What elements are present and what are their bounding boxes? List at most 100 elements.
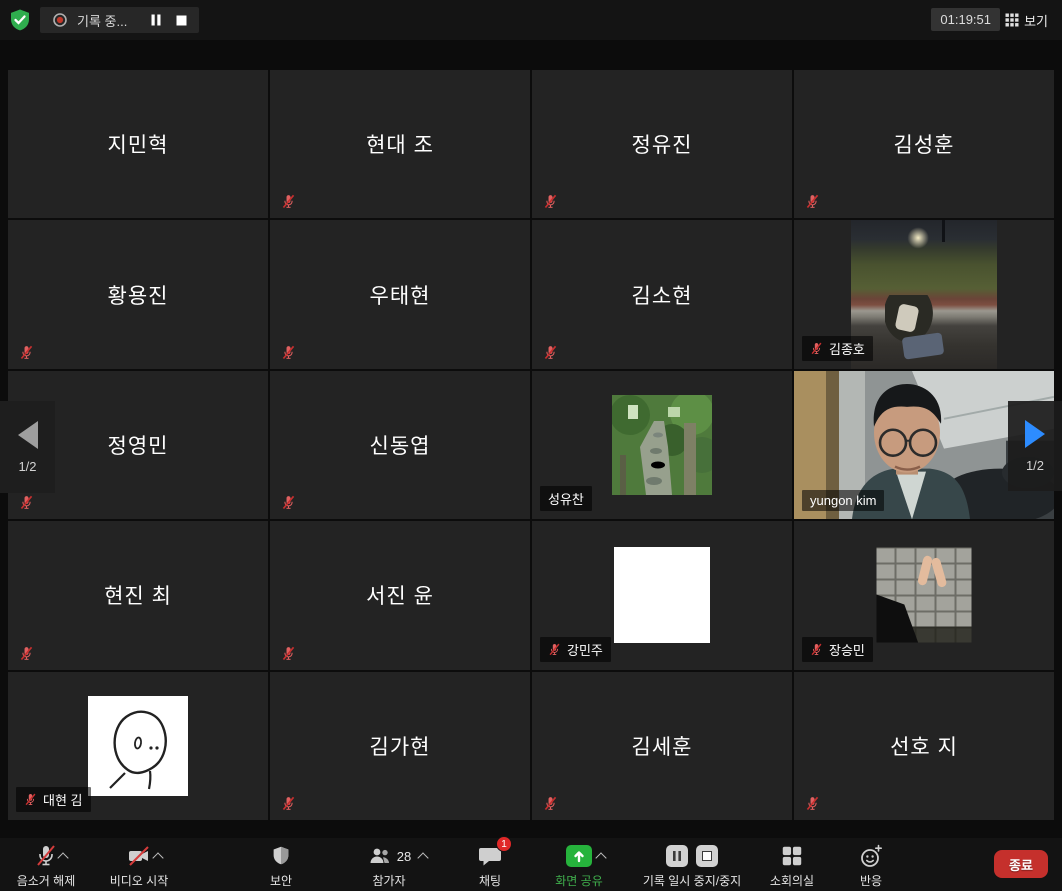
recording-label: 기록 중... [77,11,127,30]
participant-tile[interactable]: 황용진 [8,220,268,368]
participants-button[interactable]: 28 참가자 [348,841,430,889]
recording-controls[interactable]: 기록 일시 중지/중지 [628,841,756,889]
recording-indicator: 기록 중... [40,7,199,33]
mic-muted-icon [805,194,820,209]
participants-count: 28 [397,849,411,864]
chevron-right-icon [1025,420,1045,448]
participant-name: 황용진 [8,220,268,368]
security-label: 보안 [270,872,292,889]
participant-tile[interactable]: 김세훈 [532,672,792,820]
stop-recording-icon[interactable] [176,15,187,26]
participant-tile[interactable]: 현진 최 [8,521,268,669]
participant-name: 김세훈 [532,672,792,820]
chat-label: 채팅 [479,872,501,889]
breakout-rooms-label: 소회의실 [770,872,814,889]
participant-tile[interactable]: 선호 지 [794,672,1054,820]
share-screen-button[interactable]: 화면 공유 [538,841,620,889]
next-page-button[interactable]: 1/2 [1008,401,1062,491]
mic-muted-icon [19,495,34,510]
page-indicator: 1/2 [1026,458,1044,473]
participant-tile[interactable]: 김성훈 [794,70,1054,218]
participant-tile[interactable]: 신동엽 [270,371,530,519]
participants-label: 참가자 [372,872,405,889]
mic-muted-icon [543,345,558,360]
mic-muted-icon [548,643,561,656]
recording-controls-label: 기록 일시 중지/중지 [643,872,741,889]
share-options-chevron[interactable] [595,852,606,863]
participant-name: 신동엽 [270,371,530,519]
name-tag: 성유찬 [540,486,592,511]
participant-name: 선호 지 [794,672,1054,820]
participant-name: 김성훈 [794,70,1054,218]
hand-on-paving-avatar [877,548,972,643]
participant-name: 강민주 [567,640,603,659]
meeting-security-shield-icon[interactable] [8,8,32,32]
participant-tile[interactable]: 지민혁 [8,70,268,218]
name-tag: yungon kim [802,490,884,511]
mic-muted-icon [281,796,296,811]
name-tag: 강민주 [540,637,611,662]
view-label: 보기 [1024,11,1048,30]
participant-tile-avatar[interactable]: 대현 김 [8,672,268,820]
share-screen-label: 화면 공유 [555,872,603,889]
reactions-smiley-icon [858,843,884,869]
participant-tile-avatar[interactable]: 장승민 [794,521,1054,669]
mic-muted-icon [24,793,37,806]
chat-badge: 1 [496,836,512,852]
participant-name: 정유진 [532,70,792,218]
mic-muted-icon [543,194,558,209]
participant-tile[interactable]: 우태현 [270,220,530,368]
pause-recording-button-icon[interactable] [666,845,688,867]
mic-muted-icon [281,194,296,209]
participant-name: 장승민 [829,640,865,659]
participant-tile[interactable]: 정유진 [532,70,792,218]
audio-options-chevron[interactable] [57,852,68,863]
video-grid: 지민혁 현대 조 정유진 김성훈 황용진 우태현 김소현 김종호 정영민 [8,70,1054,820]
reactions-button[interactable]: 반응 [842,841,900,889]
name-tag: 김종호 [802,336,873,361]
participant-tile-video[interactable]: 김종호 [794,220,1054,368]
page-indicator: 1/2 [18,459,36,474]
participant-tile[interactable]: 김가현 [270,672,530,820]
share-screen-icon [565,844,593,868]
participant-tile-avatar[interactable]: 강민주 [532,521,792,669]
start-video-button[interactable]: 비디오 시작 [96,841,182,889]
top-bar: 기록 중... 01:19:51 보기 [0,0,1062,40]
gallery-grid-icon [1005,13,1019,27]
view-button[interactable]: 보기 [999,8,1054,32]
mic-muted-icon [810,342,823,355]
participant-tile-avatar[interactable]: 성유찬 [532,371,792,519]
security-button[interactable]: 보안 [252,841,310,889]
participant-name: 대현 김 [43,790,83,809]
participant-tile[interactable]: 김소현 [532,220,792,368]
mic-muted-icon [19,646,34,661]
participant-name: 현진 최 [8,521,268,669]
mic-muted-icon [810,643,823,656]
participant-name: 현대 조 [270,70,530,218]
end-meeting-button[interactable]: 종료 [994,850,1048,878]
unmute-label: 음소거 해제 [17,872,76,889]
start-video-label: 비디오 시작 [110,872,169,889]
mic-muted-icon [281,646,296,661]
chat-button[interactable]: 1 채팅 [462,841,518,889]
participant-video [851,220,997,368]
mic-muted-icon [19,345,34,360]
participant-name: yungon kim [810,493,876,508]
camera-muted-icon [126,843,152,869]
chevron-left-icon [18,421,38,449]
unmute-button[interactable]: 음소거 해제 [0,841,92,889]
participant-tile[interactable]: 현대 조 [270,70,530,218]
previous-page-button[interactable]: 1/2 [0,401,55,493]
meeting-timer: 01:19:51 [931,8,1000,31]
breakout-rooms-button[interactable]: 소회의실 [758,841,826,889]
participant-tile[interactable]: 서진 윤 [270,521,530,669]
pause-recording-icon[interactable] [150,14,162,26]
mic-muted-icon [281,495,296,510]
participant-name: 성유찬 [548,489,584,508]
participants-options-chevron[interactable] [418,852,429,863]
participant-name: 우태현 [270,220,530,368]
stop-recording-button-icon[interactable] [696,845,718,867]
video-options-chevron[interactable] [152,852,163,863]
mic-muted-icon [805,796,820,811]
mic-muted-icon [281,345,296,360]
